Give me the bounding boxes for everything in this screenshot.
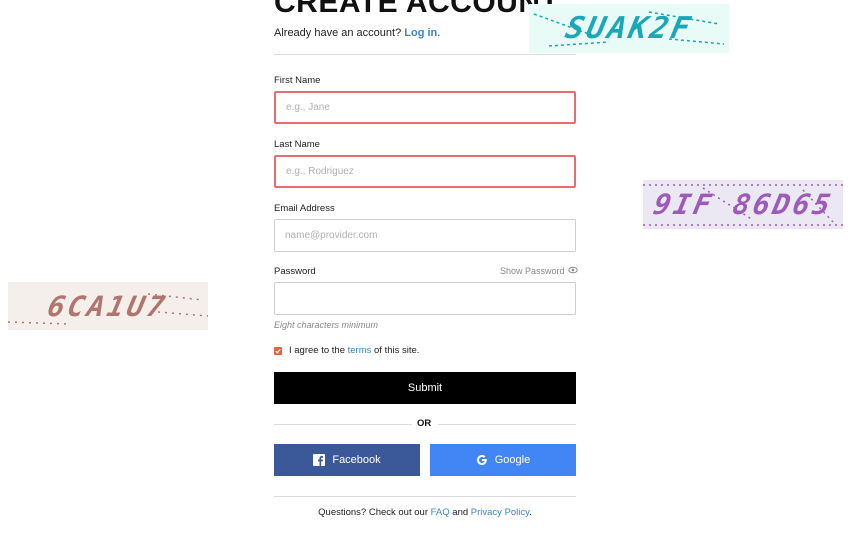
email-field[interactable] <box>274 219 576 252</box>
password-field[interactable] <box>274 282 576 315</box>
login-link[interactable]: Log in <box>404 27 437 39</box>
terms-suffix: of this site. <box>374 345 420 356</box>
terms-prefix: I agree to the <box>289 345 345 356</box>
faq-link[interactable]: FAQ <box>431 507 450 518</box>
email-label: Email Address <box>274 203 335 214</box>
privacy-policy-link[interactable]: Privacy Policy <box>471 507 529 518</box>
login-prompt: Already have an account? Log in. <box>274 27 440 39</box>
last-name-label: Last Name <box>274 139 320 150</box>
terms-link[interactable]: terms <box>348 345 372 356</box>
check-icon <box>275 348 281 354</box>
or-divider-right <box>438 424 576 425</box>
captcha-text: 6CA1U7 <box>44 289 172 323</box>
first-name-label: First Name <box>274 75 321 86</box>
google-icon <box>476 454 488 466</box>
captcha-image: 6CA1U7 <box>8 282 208 330</box>
show-password-label: Show Password <box>500 266 565 276</box>
footer-and: and <box>452 507 469 518</box>
login-suffix: . <box>437 27 441 39</box>
facebook-icon <box>313 454 326 466</box>
captcha-image: 9IF 86D65 <box>643 180 843 229</box>
eye-icon <box>567 266 578 276</box>
google-button[interactable]: Google <box>430 444 576 476</box>
captcha-image: SUAK2F <box>529 4 729 53</box>
page-title: CREATE ACCOUNT <box>274 0 560 19</box>
captcha-text: SUAK2F <box>562 11 696 46</box>
captcha-text: 9IF 86D65 <box>650 188 836 221</box>
facebook-button[interactable]: Facebook <box>274 444 420 476</box>
show-password-toggle[interactable]: Show Password <box>500 266 578 276</box>
footer-suffix: . <box>529 507 532 518</box>
google-label: Google <box>494 454 531 466</box>
or-divider-left <box>274 424 412 425</box>
first-name-field[interactable] <box>274 91 576 124</box>
last-name-field[interactable] <box>274 155 576 188</box>
submit-button[interactable]: Submit <box>274 372 576 404</box>
footer-prefix: Questions? Check out our <box>318 507 428 518</box>
login-prompt-text: Already have an account? <box>274 27 402 39</box>
footer-text: Questions? Check out our FAQ and Privacy… <box>274 507 576 518</box>
password-hint: Eight characters minimum <box>274 320 379 330</box>
or-label: OR <box>417 418 432 429</box>
password-label: Password <box>274 266 316 277</box>
footer-divider <box>274 496 576 497</box>
facebook-label: Facebook <box>332 454 381 466</box>
terms-checkbox[interactable] <box>274 346 282 355</box>
terms-agreement: I agree to the terms of this site. <box>274 345 419 356</box>
header-divider <box>274 54 576 55</box>
